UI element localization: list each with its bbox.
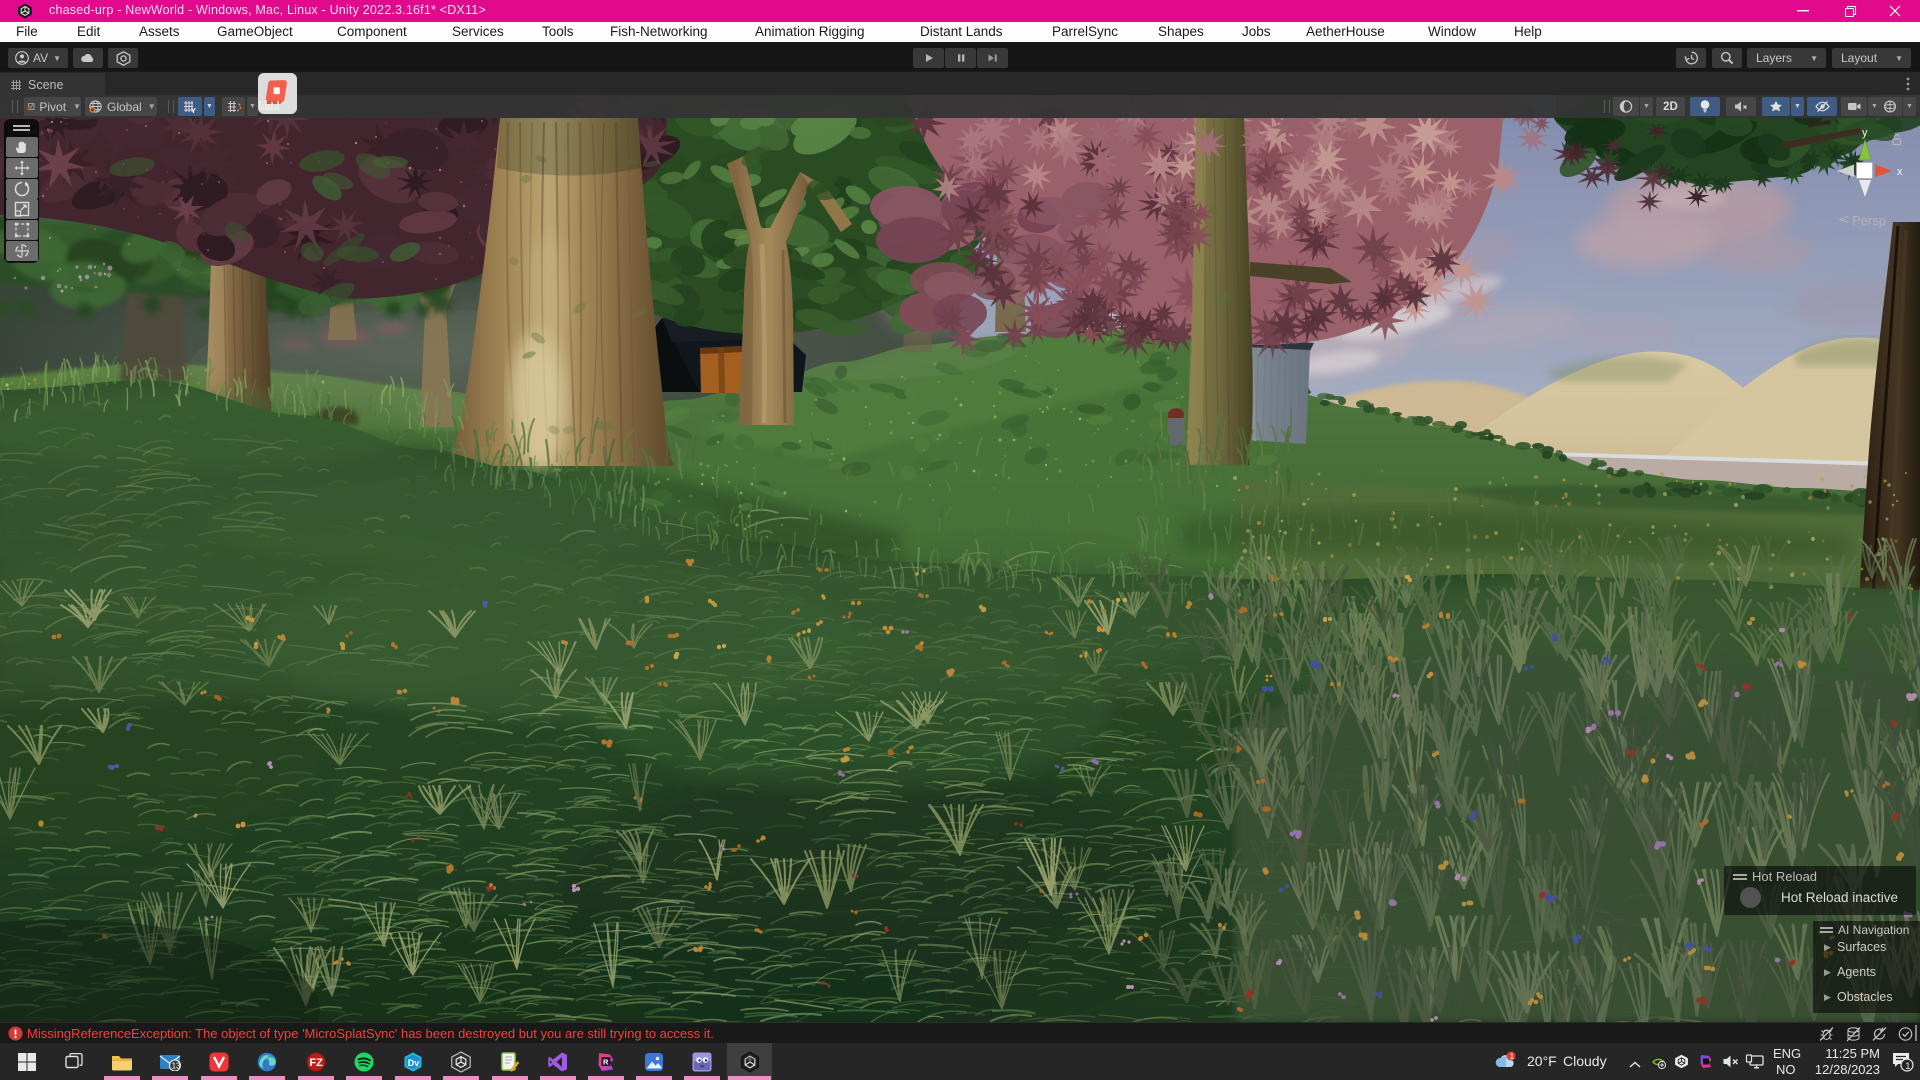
svg-text:1: 1 [1905,1061,1910,1072]
svg-text:Y: Y [191,106,196,114]
svg-text:FZ: FZ [309,1057,323,1069]
svg-text:Dv: Dv [407,1057,419,1067]
svg-text:1: 1 [1510,1052,1515,1061]
svg-text:13: 13 [171,1061,180,1070]
svg-text:R: R [603,1057,609,1066]
